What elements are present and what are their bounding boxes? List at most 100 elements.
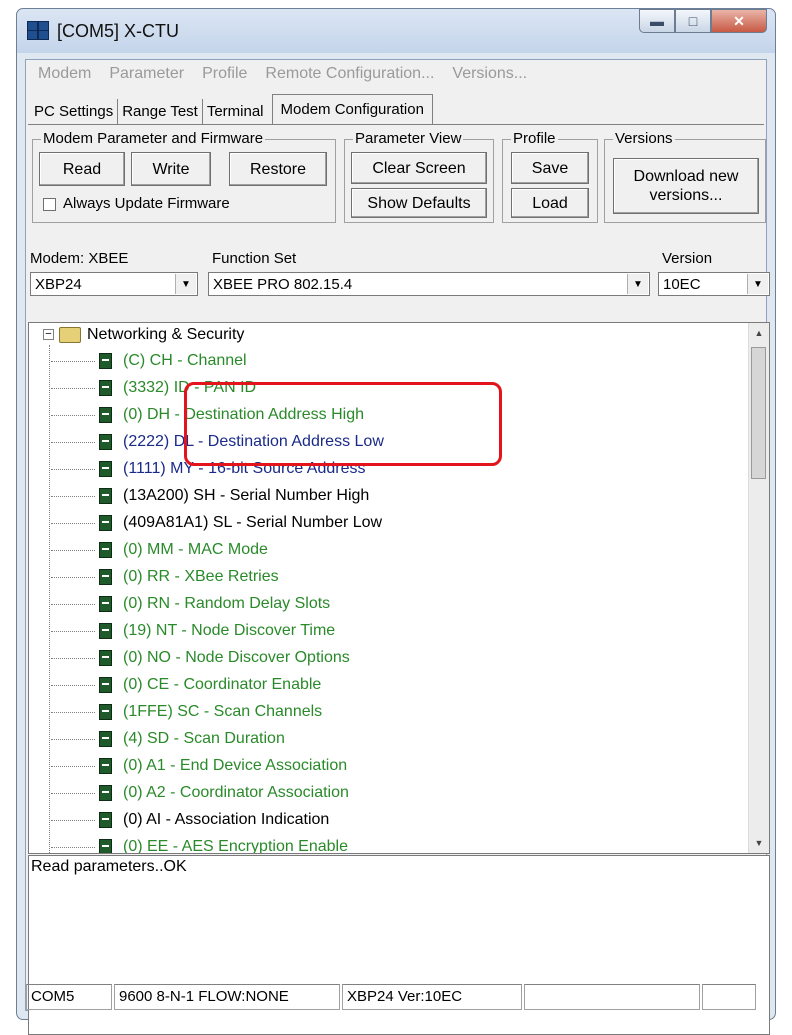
- menu-modem[interactable]: Modem: [38, 65, 91, 83]
- tree-item-label: (4) SD - Scan Duration: [123, 730, 285, 747]
- chevron-down-icon[interactable]: ▼: [747, 274, 768, 294]
- parameter-icon: [99, 569, 112, 585]
- close-button[interactable]: ✕: [711, 9, 767, 33]
- tree-item[interactable]: (0) A1 - End Device Association: [29, 754, 749, 780]
- tree-item-label: (C) CH - Channel: [123, 352, 247, 369]
- tree-item[interactable]: (4) SD - Scan Duration: [29, 727, 749, 753]
- profile-group: Profile Save Load: [502, 130, 598, 223]
- parameter-icon: [99, 461, 112, 477]
- tree-connector: [51, 550, 95, 551]
- tree-item[interactable]: (0) A2 - Coordinator Association: [29, 781, 749, 807]
- version-label: Version: [662, 250, 713, 267]
- output-message: Read parameters..OK: [31, 858, 187, 875]
- menu-parameter[interactable]: Parameter: [109, 65, 184, 83]
- tree-item-label: (0) CE - Coordinator Enable: [123, 676, 322, 693]
- menu-remote-configuration[interactable]: Remote Configuration...: [265, 65, 434, 83]
- parameter-tree[interactable]: − Networking & Security (C) CH - Channel…: [28, 322, 770, 854]
- chevron-down-icon[interactable]: ▼: [175, 274, 196, 294]
- tree-item[interactable]: (0) RN - Random Delay Slots: [29, 592, 749, 618]
- parameter-icon: [99, 596, 112, 612]
- tree-item-label: (3332) ID - PAN ID: [123, 379, 257, 396]
- modem-select-value: XBP24: [35, 276, 82, 293]
- tree-item[interactable]: (0) AI - Association Indication: [29, 808, 749, 834]
- scroll-thumb[interactable]: [751, 347, 766, 479]
- tab-strip: PC Settings Range Test Terminal Modem Co…: [30, 94, 433, 124]
- tree-connector: [51, 658, 95, 659]
- parameter-icon: [99, 731, 112, 747]
- tree-connector: [51, 577, 95, 578]
- chevron-down-icon[interactable]: ▼: [627, 274, 648, 294]
- write-button[interactable]: Write: [131, 152, 211, 186]
- load-button[interactable]: Load: [511, 188, 589, 218]
- tree-item[interactable]: (1FFE) SC - Scan Channels: [29, 700, 749, 726]
- modem-select[interactable]: XBP24 ▼: [30, 272, 198, 296]
- tree-item-label: (13A200) SH - Serial Number High: [123, 487, 370, 504]
- parameter-view-group: Parameter View Clear Screen Show Default…: [344, 130, 494, 223]
- client-area: Modem Parameter Profile Remote Configura…: [25, 59, 770, 1035]
- tree-connector: [51, 469, 95, 470]
- tab-modem-configuration[interactable]: Modem Configuration: [271, 94, 433, 124]
- clear-screen-button[interactable]: Clear Screen: [351, 152, 487, 184]
- always-update-checkbox[interactable]: [43, 198, 56, 211]
- tree-item-label: (19) NT - Node Discover Time: [123, 622, 336, 639]
- parameter-icon: [99, 839, 112, 853]
- parameter-icon: [99, 542, 112, 558]
- tab-terminal[interactable]: Terminal: [203, 99, 268, 124]
- tree-item[interactable]: (1111) MY - 16-bit Source Address: [29, 457, 749, 483]
- function-set-select-value: XBEE PRO 802.15.4: [213, 276, 353, 293]
- modem-parameter-group: Modem Parameter and Firmware Read Write …: [32, 130, 336, 223]
- close-icon: ✕: [733, 12, 745, 29]
- menu-versions[interactable]: Versions...: [452, 65, 527, 83]
- caption-buttons: ▬ □ ✕: [639, 9, 767, 33]
- download-new-versions-button[interactable]: Download new versions...: [613, 158, 759, 214]
- group-label: Parameter View: [353, 130, 464, 147]
- tree-item[interactable]: (0) CE - Coordinator Enable: [29, 673, 749, 699]
- versions-group: Versions Download new versions...: [604, 130, 766, 223]
- scroll-up-icon[interactable]: ▲: [749, 323, 769, 343]
- parameter-icon: [99, 434, 112, 450]
- menu-profile[interactable]: Profile: [202, 65, 247, 83]
- version-select[interactable]: 10EC ▼: [658, 272, 770, 296]
- tree-connector: [51, 604, 95, 605]
- minimize-button[interactable]: ▬: [639, 9, 675, 33]
- always-update-label: Always Update Firmware: [63, 195, 230, 212]
- parameter-icon: [99, 380, 112, 396]
- tab-range-test[interactable]: Range Test: [118, 99, 203, 124]
- tree-item[interactable]: (13A200) SH - Serial Number High: [29, 484, 749, 510]
- tree-item[interactable]: (19) NT - Node Discover Time: [29, 619, 749, 645]
- tab-pc-settings[interactable]: PC Settings: [30, 99, 119, 124]
- restore-button[interactable]: Restore: [229, 152, 327, 186]
- tree-root-networking-security[interactable]: − Networking & Security: [29, 323, 749, 349]
- tree-item[interactable]: (2222) DL - Destination Address Low: [29, 430, 749, 456]
- tree-item[interactable]: (409A81A1) SL - Serial Number Low: [29, 511, 749, 537]
- parameter-icon: [99, 650, 112, 666]
- tree-item[interactable]: (0) DH - Destination Address High: [29, 403, 749, 429]
- title-bar[interactable]: [COM5] X-CTU ▬ □ ✕: [17, 9, 775, 53]
- tree-connector: [51, 820, 95, 821]
- function-set-select[interactable]: XBEE PRO 802.15.4 ▼: [208, 272, 650, 296]
- tree-item[interactable]: (0) EE - AES Encryption Enable: [29, 835, 749, 854]
- function-set-label: Function Set: [212, 250, 297, 267]
- app-window: [COM5] X-CTU ▬ □ ✕ Modem Parameter Profi…: [16, 8, 776, 1035]
- tree-item-label: (0) A1 - End Device Association: [123, 757, 348, 774]
- tree-item-label: (0) RN - Random Delay Slots: [123, 595, 331, 612]
- scroll-down-icon[interactable]: ▼: [749, 833, 769, 853]
- tree-item-label: (0) EE - AES Encryption Enable: [123, 838, 348, 854]
- show-defaults-button[interactable]: Show Defaults: [351, 188, 487, 218]
- collapse-icon[interactable]: −: [43, 329, 54, 340]
- version-select-value: 10EC: [663, 276, 701, 293]
- tree-item-label: (0) RR - XBee Retries: [123, 568, 279, 585]
- tree-item-label: (0) DH - Destination Address High: [123, 406, 364, 423]
- maximize-icon: □: [688, 13, 698, 29]
- save-button[interactable]: Save: [511, 152, 589, 184]
- tree-item[interactable]: (C) CH - Channel: [29, 349, 749, 375]
- read-button[interactable]: Read: [39, 152, 125, 186]
- maximize-button[interactable]: □: [675, 9, 711, 33]
- tree-scrollbar[interactable]: ▲ ▼: [748, 323, 769, 853]
- tree-item[interactable]: (0) RR - XBee Retries: [29, 565, 749, 591]
- group-label: Versions: [613, 130, 675, 147]
- tree-item[interactable]: (0) MM - MAC Mode: [29, 538, 749, 564]
- tree-item[interactable]: (3332) ID - PAN ID: [29, 376, 749, 402]
- tree-connector: [51, 388, 95, 389]
- tree-item[interactable]: (0) NO - Node Discover Options: [29, 646, 749, 672]
